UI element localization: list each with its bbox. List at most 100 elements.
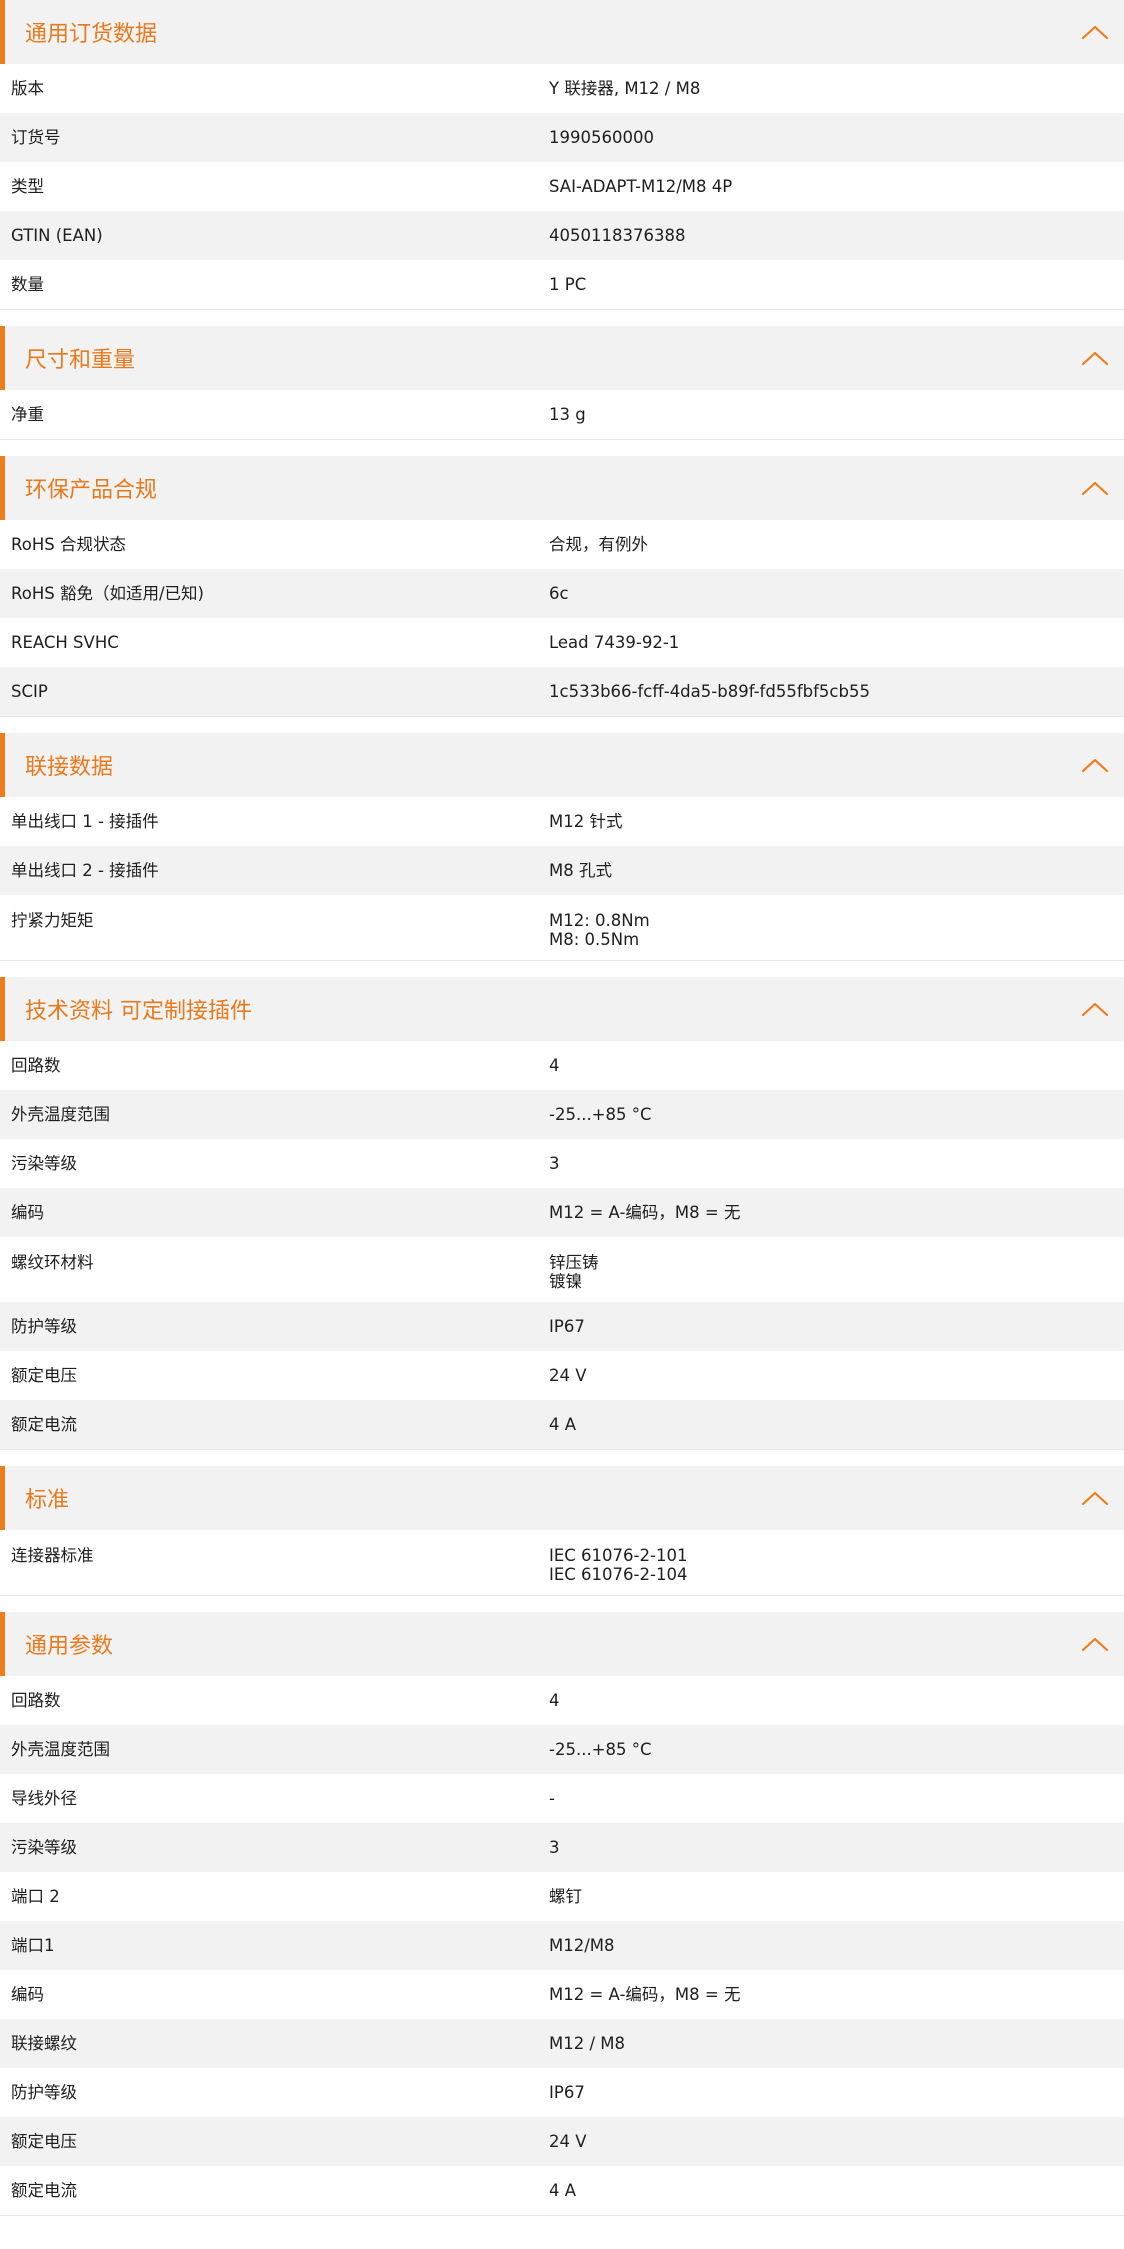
spec-label: 端口1 [11,1936,55,1955]
section-header[interactable]: 联接数据 [0,733,1124,797]
spec-row: 额定电流 4 A [0,1400,1124,1449]
spec-row: RoHS 合规状态 合规，有例外 [0,520,1124,569]
spec-label: 导线外径 [11,1789,77,1808]
spec-row: 单出线口 1 - 接插件 M12 针式 [0,797,1124,846]
spec-label: 版本 [11,79,44,98]
spec-value: IP67 [549,1317,585,1336]
spec-value: 4 A [549,2181,577,2200]
section-body: 回路数 4 外壳温度范围 -25...+85 °C 导线外径 - 污染等级 3 端口 2 螺钉 端口… [0,1676,1124,2216]
spec-value: 4 [549,1691,560,1710]
spec-value: 3 [549,1838,560,1857]
spec-value: M12 = A-编码，M8 = 无 [549,1985,741,2004]
spec-label: 额定电流 [11,1415,77,1434]
spec-label: 拧紧力矩矩 [11,911,94,930]
spec-row: 端口1 M12/M8 [0,1921,1124,1970]
spec-label: 净重 [11,405,44,424]
section-header[interactable]: 标准 [0,1466,1124,1530]
chevron-up-icon[interactable] [1080,1629,1110,1659]
section-title: 联接数据 [25,755,114,780]
chevron-up-icon[interactable] [1080,750,1110,780]
spec-value: 螺钉 [549,1887,582,1906]
spec-value: 1 PC [549,275,587,294]
chevron-up-icon[interactable] [1080,473,1110,503]
section-header[interactable]: 环保产品合规 [0,456,1124,520]
spec-label: 连接器标准 [11,1546,94,1565]
spec-section: 技术资料 可定制接插件回路数 4 外壳温度范围 -25...+85 °C 污染等级 3 编码… [0,977,1124,1450]
spec-row: 净重 13 g [0,390,1124,439]
section-title: 标准 [25,1488,70,1513]
spec-row: 联接螺纹 M12 / M8 [0,2019,1124,2068]
spec-label: RoHS 豁免（如适用/已知) [11,584,204,603]
spec-value: IEC 61076-2-101 IEC 61076-2-104 [549,1546,688,1584]
spec-value: 24 V [549,2132,587,2151]
spec-value: -25...+85 °C [549,1105,652,1124]
spec-label: REACH SVHC [11,633,119,652]
spec-row: 编码 M12 = A-编码，M8 = 无 [0,1970,1124,2019]
chevron-up-icon[interactable] [1080,994,1110,1024]
spec-row: 污染等级 3 [0,1823,1124,1872]
chevron-up-icon[interactable] [1080,1483,1110,1513]
spec-value: 1c533b66-fcff-4da5-b89f-fd55fbf5cb55 [549,682,870,701]
spec-row: REACH SVHC Lead 7439-92-1 [0,618,1124,667]
spec-label: 单出线口 1 - 接插件 [11,812,159,831]
spec-label: 额定电压 [11,1366,77,1385]
spec-row: 外壳温度范围 -25...+85 °C [0,1090,1124,1139]
spec-value: M12: 0.8Nm M8: 0.5Nm [549,911,650,949]
spec-value: 3 [549,1154,560,1173]
spec-label: 联接螺纹 [11,2034,77,2053]
spec-label: 订货号 [11,128,61,147]
spec-row: 回路数 4 [0,1041,1124,1090]
spec-value: 4 [549,1056,560,1075]
spec-label: 回路数 [11,1056,61,1075]
section-header[interactable]: 尺寸和重量 [0,326,1124,390]
spec-row: GTIN (EAN) 4050118376388 [0,211,1124,260]
section-header[interactable]: 通用订货数据 [0,0,1124,64]
spec-label: 防护等级 [11,1317,77,1336]
chevron-up-icon[interactable] [1080,343,1110,373]
spec-label: 螺纹环材料 [11,1253,94,1272]
spec-row: 污染等级 3 [0,1139,1124,1188]
spec-label: GTIN (EAN) [11,226,103,245]
spec-value: M12 针式 [549,812,623,831]
spec-value: M12 = A-编码，M8 = 无 [549,1203,741,1222]
spec-label: 回路数 [11,1691,61,1710]
section-body: 版本 Y 联接器, M12 / M8 订货号 1990560000 类型 SAI-ADAP… [0,64,1124,310]
spec-row: 连接器标准 IEC 61076-2-101 IEC 61076-2-104 [0,1530,1124,1595]
spec-row: 额定电压 24 V [0,2117,1124,2166]
spec-row: 类型 SAI-ADAPT-M12/M8 4P [0,162,1124,211]
section-header[interactable]: 通用参数 [0,1612,1124,1676]
spec-row: 额定电流 4 A [0,2166,1124,2215]
spec-section: 尺寸和重量 净重 13 g [0,326,1124,440]
spec-value: M12/M8 [549,1936,615,1955]
spec-label: 编码 [11,1203,44,1222]
spec-label: 污染等级 [11,1838,77,1857]
section-body: 连接器标准 IEC 61076-2-101 IEC 61076-2-104 [0,1530,1124,1596]
section-body: 回路数 4 外壳温度范围 -25...+85 °C 污染等级 3 编码 M12 = A-编码，… [0,1041,1124,1450]
spec-row: 回路数 4 [0,1676,1124,1725]
section-title: 环保产品合规 [25,478,158,503]
spec-row: 螺纹环材料 锌压铸 镀镍 [0,1237,1124,1302]
spec-value: M8 孔式 [549,861,612,880]
spec-row: 端口 2 螺钉 [0,1872,1124,1921]
spec-value: 4 A [549,1415,577,1434]
chevron-up-icon[interactable] [1080,17,1110,47]
spec-value: 4050118376388 [549,226,686,245]
spec-row: 数量 1 PC [0,260,1124,309]
spec-row: 单出线口 2 - 接插件 M8 孔式 [0,846,1124,895]
spec-value: 24 V [549,1366,587,1385]
spec-row: 外壳温度范围 -25...+85 °C [0,1725,1124,1774]
spec-label: 防护等级 [11,2083,77,2102]
spec-label: RoHS 合规状态 [11,535,126,554]
spec-value: - [549,1789,555,1808]
spec-label: SCIP [11,682,48,701]
section-title: 通用订货数据 [25,22,158,47]
spec-row: 拧紧力矩矩 M12: 0.8Nm M8: 0.5Nm [0,895,1124,960]
section-header[interactable]: 技术资料 可定制接插件 [0,977,1124,1041]
spec-label: 污染等级 [11,1154,77,1173]
spec-row: 版本 Y 联接器, M12 / M8 [0,64,1124,113]
spec-value: 锌压铸 镀镍 [549,1253,599,1291]
spec-row: 订货号 1990560000 [0,113,1124,162]
section-body: 单出线口 1 - 接插件 M12 针式 单出线口 2 - 接插件 M8 孔式 拧紧力矩矩… [0,797,1124,961]
spec-section: 环保产品合规 RoHS 合规状态 合规，有例外 RoHS 豁免（如适用/已知) 6c RE… [0,456,1124,717]
spec-label: 类型 [11,177,44,196]
